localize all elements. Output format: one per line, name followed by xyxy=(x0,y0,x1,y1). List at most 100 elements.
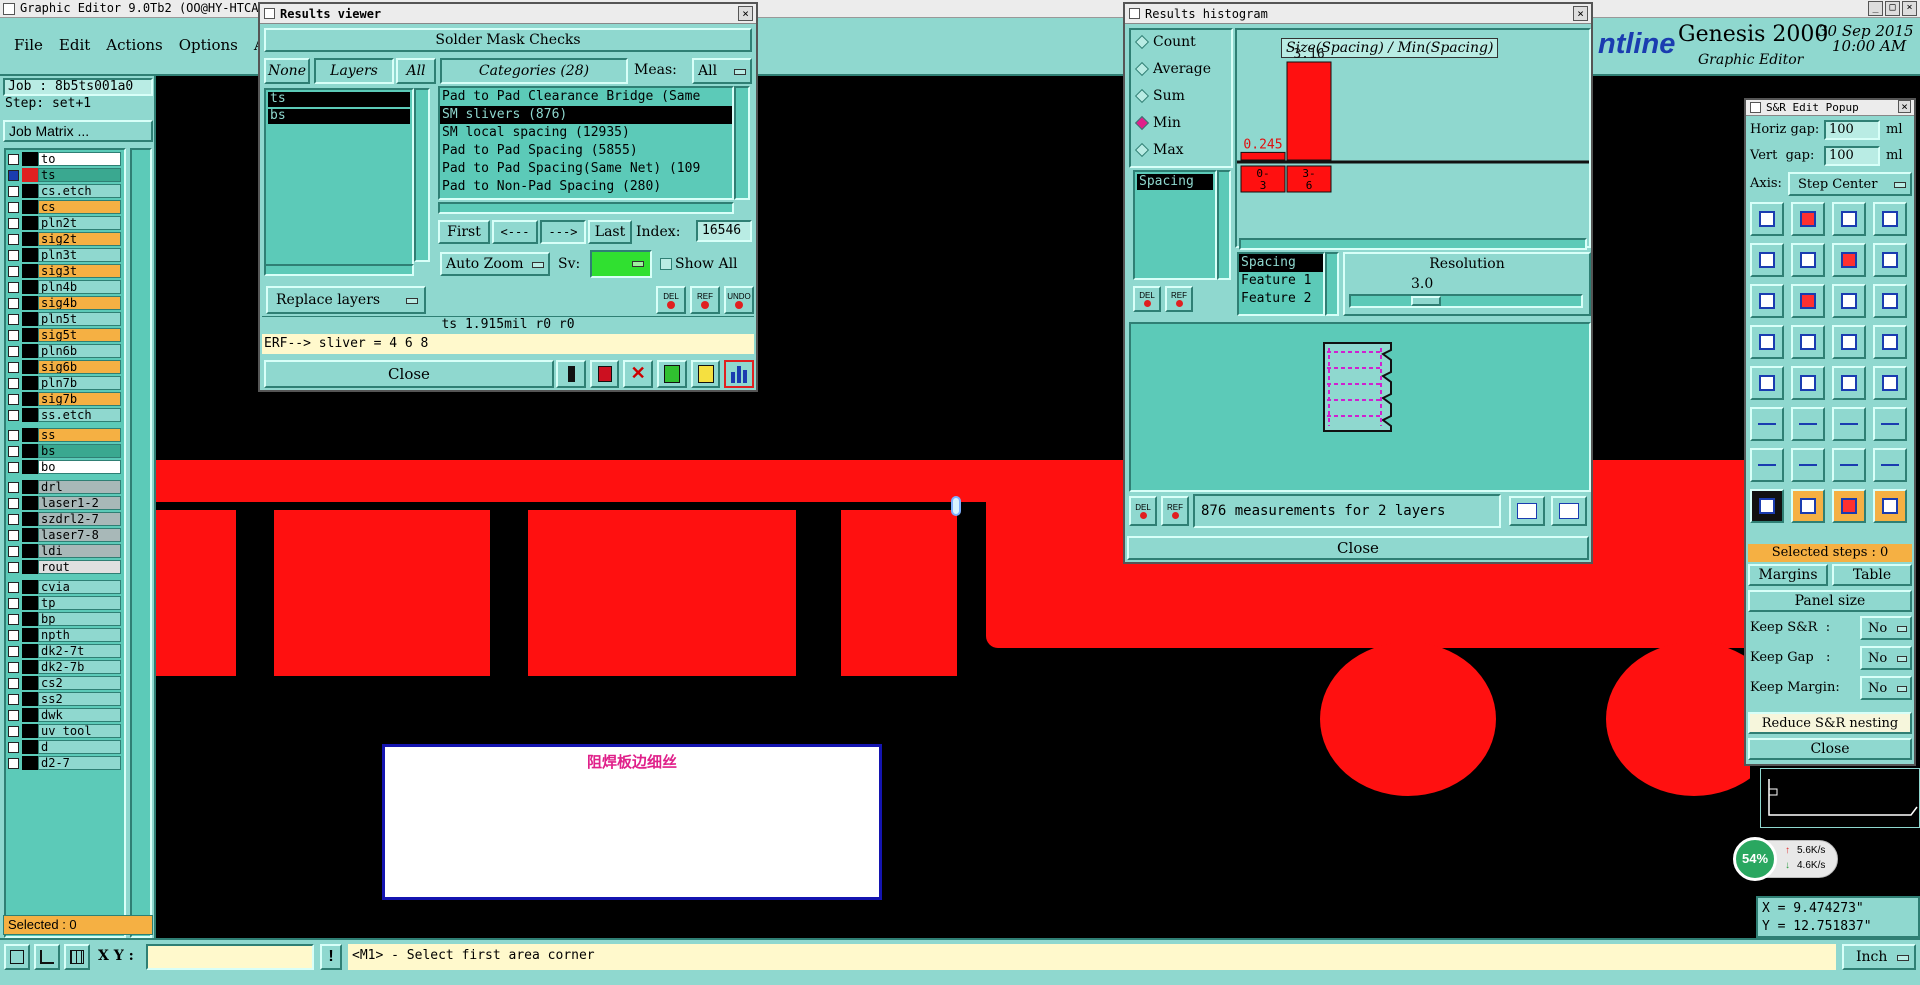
layer-color-swatch[interactable] xyxy=(22,360,38,374)
layer-checkbox[interactable] xyxy=(8,741,19,753)
margins-button[interactable]: Margins xyxy=(1748,564,1828,586)
menu-item-edit[interactable]: Edit xyxy=(59,36,90,54)
field-list-scrollbar[interactable] xyxy=(1217,170,1231,280)
measure-list[interactable]: Spacing Feature 1 Feature 2 xyxy=(1237,252,1325,316)
all-button[interactable]: All xyxy=(396,58,436,84)
step-split-icon[interactable] xyxy=(1832,202,1866,236)
category-item[interactable]: SM local spacing (12935) xyxy=(440,124,732,142)
layer-color-swatch[interactable] xyxy=(22,312,38,326)
histogram-close-button[interactable]: Close xyxy=(1127,536,1589,560)
layer-checkbox[interactable] xyxy=(8,481,19,493)
align-top-icon[interactable] xyxy=(1750,325,1784,359)
result-layer-item[interactable]: bs xyxy=(268,109,410,124)
layer-color-swatch[interactable] xyxy=(22,376,38,390)
layer-name[interactable]: sig3t xyxy=(38,264,121,278)
layer-color-swatch[interactable] xyxy=(22,392,38,406)
layer-color-swatch[interactable] xyxy=(22,724,38,738)
layer-row[interactable]: ss xyxy=(8,428,126,442)
layer-checkbox[interactable] xyxy=(8,153,19,165)
layer-checkbox[interactable] xyxy=(8,709,19,721)
tool-snap-icon[interactable] xyxy=(4,944,30,970)
align-middle-icon[interactable] xyxy=(1791,325,1825,359)
layer-name[interactable]: uv_tool xyxy=(38,724,121,738)
slider-thumb[interactable] xyxy=(1411,296,1441,306)
layer-row[interactable]: pln7b xyxy=(8,376,126,390)
layer-row[interactable]: bp xyxy=(8,612,126,626)
xy-input[interactable] xyxy=(146,944,314,970)
layer-color-swatch[interactable] xyxy=(22,444,38,458)
layer-row[interactable]: laser1-2 xyxy=(8,496,126,510)
layer-name[interactable]: ss2 xyxy=(38,692,121,706)
layer-checkbox[interactable] xyxy=(8,377,19,389)
layer-name[interactable]: cs xyxy=(38,200,121,214)
layer-name[interactable]: npth xyxy=(38,628,121,642)
close-icon[interactable]: × xyxy=(1898,100,1911,113)
category-item[interactable]: Pad to Pad Clearance Bridge (Same xyxy=(440,88,732,106)
layer-name[interactable]: dk2-7t xyxy=(38,644,121,658)
layer-row[interactable]: dk2-7b xyxy=(8,660,126,674)
layer-row[interactable]: to xyxy=(8,152,126,166)
categories-scrollbar[interactable] xyxy=(734,86,750,200)
layer-row[interactable]: szdrl2-7 xyxy=(8,512,126,526)
layer-name[interactable]: cs.etch xyxy=(38,184,121,198)
layer-row[interactable]: bo xyxy=(8,460,126,474)
layer-name[interactable]: bo xyxy=(38,460,121,474)
layer-color-swatch[interactable] xyxy=(22,152,38,166)
close-icon[interactable]: × xyxy=(1902,1,1917,16)
sr-close-button[interactable]: Close xyxy=(1748,738,1912,760)
vert-gap-input[interactable]: 100 xyxy=(1824,146,1880,166)
layer-checkbox[interactable] xyxy=(8,461,19,473)
layer-color-swatch[interactable] xyxy=(22,328,38,342)
layer-checkbox[interactable] xyxy=(8,597,19,609)
layer-color-swatch[interactable] xyxy=(22,344,38,358)
layer-name[interactable]: szdrl2-7 xyxy=(38,512,121,526)
close-icon[interactable]: × xyxy=(738,6,753,21)
layer-checkbox[interactable] xyxy=(8,529,19,541)
layer-checkbox[interactable] xyxy=(8,361,19,373)
layer-row[interactable]: sig3t xyxy=(8,264,126,278)
layer-row[interactable]: ldi xyxy=(8,544,126,558)
arrow-right-icon[interactable] xyxy=(1791,407,1825,441)
layer-name[interactable]: laser7-8 xyxy=(38,528,121,542)
layer-row[interactable]: sig5t xyxy=(8,328,126,342)
menu-item-options[interactable]: Options xyxy=(179,36,238,54)
stat-option-min[interactable]: Min xyxy=(1134,115,1181,131)
step-move-icon[interactable] xyxy=(1750,243,1784,277)
layer-name[interactable]: sig2t xyxy=(38,232,121,246)
step-replace-icon[interactable] xyxy=(1873,284,1907,318)
layer-row[interactable]: laser7-8 xyxy=(8,528,126,542)
units-dropdown[interactable]: Inch xyxy=(1842,944,1916,970)
stat-option-sum[interactable]: Sum xyxy=(1134,88,1185,104)
sv-color-dropdown[interactable] xyxy=(590,250,652,278)
keep-margin-dropdown[interactable]: No xyxy=(1860,676,1912,700)
next-measure-icon[interactable] xyxy=(1551,496,1587,526)
arrow-up-icon[interactable] xyxy=(1832,407,1866,441)
result-layer-list[interactable]: ts bs xyxy=(264,88,414,274)
step-grid-red-icon[interactable] xyxy=(1791,202,1825,236)
layer-color-swatch[interactable] xyxy=(22,596,38,610)
layer-color-swatch[interactable] xyxy=(22,216,38,230)
layer-name[interactable]: dwk xyxy=(38,708,121,722)
layer-row[interactable]: rout xyxy=(8,560,126,574)
prev-measure-icon[interactable] xyxy=(1509,496,1545,526)
step-delete-icon[interactable] xyxy=(1873,243,1907,277)
layer-row[interactable]: sig6b xyxy=(8,360,126,374)
window-controls[interactable]: _ □ × xyxy=(1868,1,1918,16)
layer-row[interactable]: sig7b xyxy=(8,392,126,406)
layer-checkbox[interactable] xyxy=(8,233,19,245)
layer-color-swatch[interactable] xyxy=(22,184,38,198)
layer-row[interactable]: ss.etch xyxy=(8,408,126,422)
layer-row[interactable]: tp xyxy=(8,596,126,610)
category-item[interactable]: Pad to Non-Pad Spacing (280) xyxy=(440,178,732,196)
layer-checkbox[interactable] xyxy=(8,345,19,357)
layer-checkbox[interactable] xyxy=(8,201,19,213)
preview-del-button[interactable]: DEL xyxy=(1129,496,1157,526)
layer-color-swatch[interactable] xyxy=(22,660,38,674)
next-button[interactable]: ---> xyxy=(540,220,586,244)
layer-checkbox[interactable] xyxy=(8,645,19,657)
layer-color-swatch[interactable] xyxy=(22,580,38,594)
layer-color-swatch[interactable] xyxy=(22,496,38,510)
row-icon[interactable] xyxy=(1791,366,1825,400)
layer-checkbox[interactable] xyxy=(8,513,19,525)
layer-color-swatch[interactable] xyxy=(22,264,38,278)
